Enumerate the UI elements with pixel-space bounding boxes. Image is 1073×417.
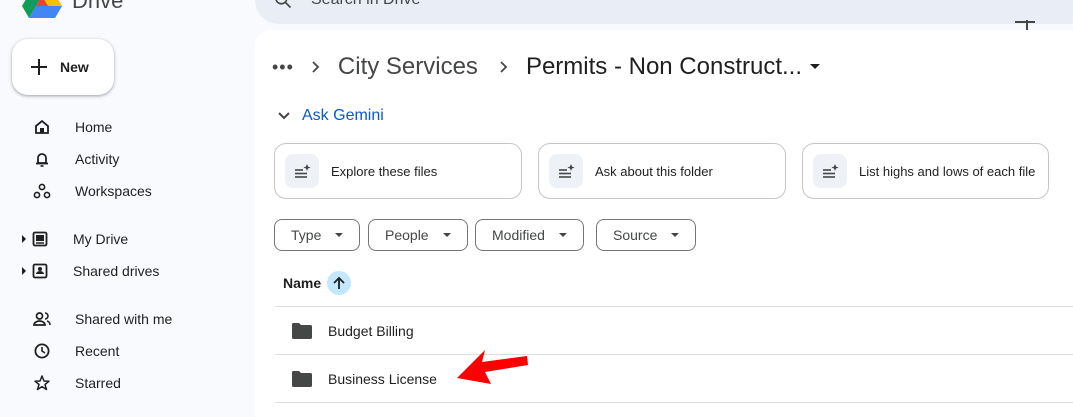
row-name: Budget Billing [328,322,414,339]
sidebar-item-label: Recent [75,343,120,359]
caret-down-icon[interactable] [810,64,821,70]
sidebar-item-shared-drives[interactable]: Shared drives [20,255,240,287]
sidebar-item-home[interactable]: Home [20,111,240,143]
sidebar-item-label: Activity [75,151,120,167]
drive-logo-icon [22,0,62,18]
plus-icon [31,59,47,75]
home-icon [30,119,54,135]
chevron-right-icon [500,57,508,78]
caret-down-icon [671,232,680,237]
sidebar-item-workspaces[interactable]: Workspaces [20,175,240,207]
gemini-chip-ask-folder[interactable]: Ask about this folder [538,143,786,199]
sidebar-item-my-drive[interactable]: My Drive [20,223,240,255]
star-icon [30,375,54,391]
chevron-down-icon [278,112,290,120]
table-row[interactable]: Business License [275,355,1073,402]
workspaces-icon [30,183,54,199]
search-bar[interactable]: Search in Drive [255,0,1073,24]
search-input[interactable]: Search in Drive [311,0,420,9]
chip-label: List highs and lows of each file [859,163,1036,179]
folder-icon [292,322,312,339]
sparkle-list-icon [813,154,847,188]
sidebar-item-label: Workspaces [75,183,152,199]
filter-label: Type [291,227,322,243]
breadcrumb-parent[interactable]: City Services [338,53,478,81]
gemini-chip-explore[interactable]: Explore these files [274,143,522,199]
filter-label: Modified [492,227,545,243]
main-panel: ••• City Services Permits - Non Construc… [255,30,1073,417]
sidebar-item-label: Shared drives [73,263,160,279]
sidebar-item-label: Shared with me [75,311,173,327]
caret-down-icon [335,232,344,237]
sidebar-item-label: My Drive [73,231,129,247]
divider [275,402,1073,403]
filter-source[interactable]: Source [596,219,697,251]
chip-label: Ask about this folder [595,163,713,179]
drive-logo[interactable]: Drive [22,0,123,18]
row-name: Business License [328,370,437,387]
filter-type[interactable]: Type [274,219,361,251]
sidebar-item-activity[interactable]: Activity [20,143,240,175]
caret-down-icon [558,232,567,237]
ask-gemini-label: Ask Gemini [302,107,384,124]
filter-people[interactable]: People [368,219,468,251]
shared-drives-icon [28,263,52,279]
breadcrumb-current-folder[interactable]: Permits - Non Construct... [526,53,802,81]
my-drive-icon [28,231,52,247]
new-button[interactable]: New [12,39,114,95]
sparkle-list-icon [285,154,319,188]
caret-down-icon [442,232,451,237]
folder-icon [292,370,312,387]
chip-label: Explore these files [331,163,438,179]
sidebar-item-label: Starred [75,375,121,391]
app-name: Drive [72,0,124,13]
chevron-right-icon [312,57,320,78]
sparkle-list-icon [549,154,583,188]
sidebar-item-shared-with-me[interactable]: Shared with me [20,303,240,335]
search-icon [275,0,292,9]
annotation-arrow-icon [457,350,528,384]
sidebar-item-label: Home [75,119,113,135]
table-row[interactable]: Budget Billing [275,307,1073,354]
filter-label: Source [613,227,658,243]
sidebar-item-starred[interactable]: Starred [20,367,240,399]
sidebar-item-recent[interactable]: Recent [20,335,240,367]
column-header-name[interactable]: Name [283,271,352,295]
gemini-chip-highs-lows[interactable]: List highs and lows of each file [802,143,1049,199]
search-options-icon[interactable] [1015,20,1035,30]
bell-icon [30,151,54,167]
new-button-label: New [60,59,89,75]
ask-gemini-toggle[interactable]: Ask Gemini [278,107,384,125]
column-header-label: Name [283,275,322,291]
breadcrumb-more-button[interactable]: ••• [272,57,294,78]
filter-modified[interactable]: Modified [475,219,584,251]
breadcrumb: ••• City Services Permits - Non Construc… [272,50,821,84]
sort-ascending-icon[interactable] [327,271,352,295]
filter-label: People [385,227,429,243]
people-icon [30,311,54,327]
clock-icon [30,343,54,359]
